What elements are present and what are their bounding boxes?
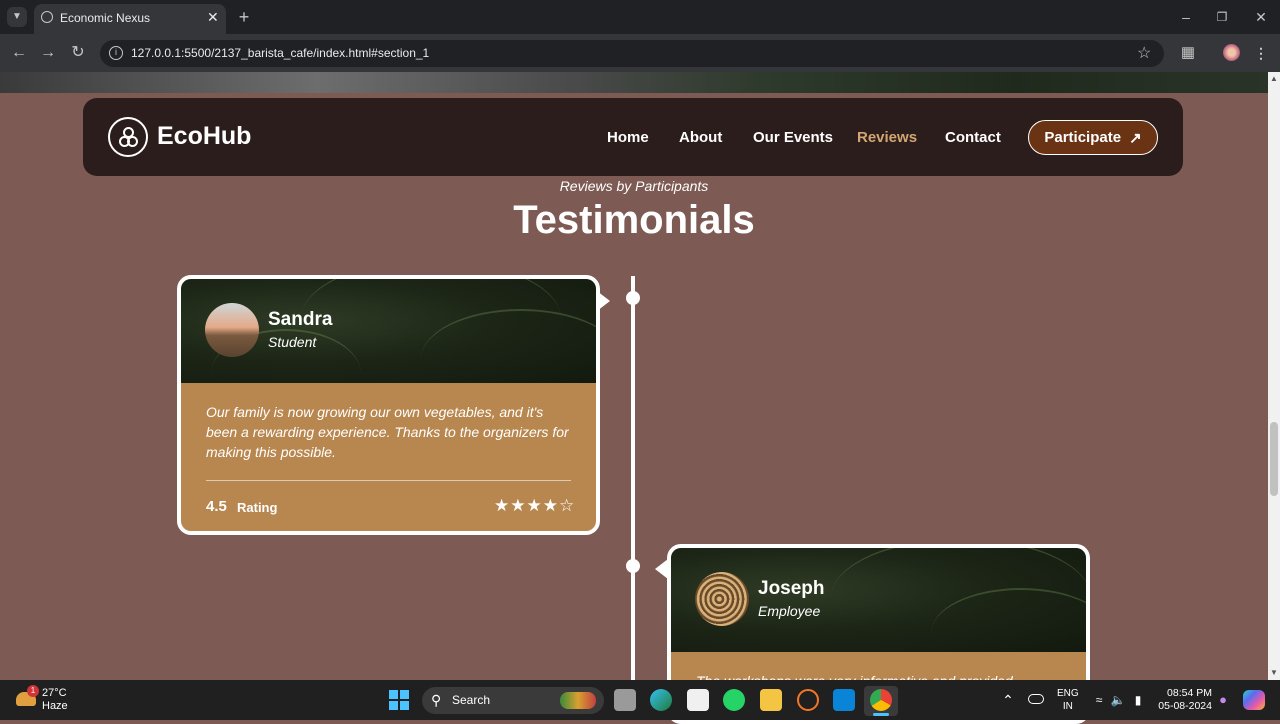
profile-avatar[interactable]	[1223, 44, 1240, 61]
star-filled-icon: ★	[542, 496, 559, 515]
weather-widget[interactable]: 1 27°C Haze	[14, 685, 74, 714]
search-highlight-icon	[560, 692, 596, 709]
notification-bell-icon[interactable]: ●	[1216, 690, 1230, 710]
edge-icon[interactable]	[650, 689, 672, 711]
site-info-icon[interactable]: i	[109, 46, 123, 60]
restore-button[interactable]: ❐	[1212, 7, 1232, 27]
clock-date: 05-08-2024	[1158, 700, 1212, 712]
reviewer-name: Joseph	[758, 578, 825, 599]
star-filled-icon: ★	[510, 496, 527, 515]
onedrive-icon[interactable]	[1028, 694, 1044, 704]
weather-badge: 1	[27, 685, 39, 697]
windows-start-icon[interactable]	[389, 690, 409, 710]
address-bar[interactable]: i 127.0.0.1:5500/2137_barista_cafe/index…	[100, 40, 1164, 67]
tab-title: Economic Nexus	[60, 11, 151, 25]
volume-icon[interactable]: 🔈	[1110, 690, 1126, 710]
close-window-button[interactable]: ✕	[1251, 7, 1271, 27]
windows-taskbar	[0, 680, 1280, 720]
nav-home[interactable]: Home	[607, 129, 649, 146]
reviewer-role: Student	[268, 334, 317, 350]
battery-icon[interactable]: ▮	[1130, 690, 1146, 710]
section-title: Testimonials	[513, 198, 755, 242]
taskbar-search[interactable]: ⚲ Search	[422, 687, 604, 714]
card-divider	[206, 480, 571, 481]
nav-contact[interactable]: Contact	[945, 129, 1001, 146]
url-text: 127.0.0.1:5500/2137_barista_cafe/index.h…	[131, 46, 430, 60]
vscode-icon[interactable]	[833, 689, 855, 711]
avatar	[205, 303, 259, 357]
timeline-line	[631, 276, 635, 680]
brand-name[interactable]: EcoHub	[157, 122, 251, 151]
arrow-up-right-icon: ↗	[1129, 129, 1142, 147]
minimize-button[interactable]: –	[1176, 7, 1196, 27]
bookmark-star-icon[interactable]: ☆	[1137, 43, 1151, 63]
copilot-icon[interactable]	[1243, 690, 1265, 710]
forward-button[interactable]: →	[38, 43, 58, 63]
reviewer-role: Employee	[758, 603, 821, 619]
nav-our-events[interactable]: Our Events	[753, 129, 833, 146]
task-view-icon[interactable]	[614, 689, 636, 711]
ecohub-logo-icon[interactable]	[108, 117, 148, 157]
search-label: Search	[452, 693, 491, 707]
language-indicator[interactable]: ENG IN	[1057, 687, 1079, 713]
extensions-icon[interactable]: ▦	[1178, 43, 1198, 63]
participate-label: Participate	[1044, 129, 1122, 146]
reload-button[interactable]: ↻	[68, 43, 88, 63]
chrome-icon[interactable]	[870, 689, 892, 711]
tray-overflow-icon[interactable]: ⌃	[1000, 690, 1016, 710]
lang-secondary: IN	[1062, 701, 1073, 712]
nav-about[interactable]: About	[679, 129, 722, 146]
whatsapp-icon[interactable]	[723, 689, 745, 711]
nav-reviews[interactable]: Reviews	[857, 129, 917, 146]
rating-value: 4.5	[206, 498, 227, 515]
participate-button[interactable]: Participate ↗	[1028, 120, 1158, 155]
clock[interactable]: 08:54 PM 05-08-2024	[1156, 687, 1212, 713]
weather-desc: Haze	[42, 700, 68, 712]
tab-list-button[interactable]: ▼	[7, 7, 27, 27]
close-tab-icon[interactable]: ✕	[207, 9, 219, 26]
review-card: Sandra Student Our family is now growing…	[177, 275, 600, 535]
jupyter-icon[interactable]	[797, 689, 819, 711]
review-text: Our family is now growing our own vegeta…	[206, 404, 569, 460]
globe-icon	[41, 11, 53, 23]
star-rating: ★★★★☆	[494, 496, 575, 516]
star-empty-icon: ☆	[559, 496, 576, 515]
page-scrollbar[interactable]: ▲ ▼	[1268, 72, 1280, 680]
star-filled-icon: ★	[526, 496, 543, 515]
timeline-dot	[626, 559, 640, 573]
back-button[interactable]: ←	[9, 43, 29, 63]
scroll-down-arrow[interactable]: ▼	[1270, 668, 1278, 677]
star-filled-icon: ★	[494, 496, 511, 515]
weather-temp: 27°C	[42, 687, 67, 699]
file-explorer-icon[interactable]	[760, 689, 782, 711]
timeline-dot	[626, 291, 640, 305]
search-icon: ⚲	[431, 692, 442, 708]
scroll-up-arrow[interactable]: ▲	[1270, 74, 1278, 83]
new-tab-button[interactable]: +	[234, 7, 254, 27]
clock-time: 08:54 PM	[1167, 687, 1212, 699]
store-icon[interactable]	[687, 689, 709, 711]
browser-menu-icon[interactable]: ⋮	[1253, 43, 1269, 63]
wifi-icon[interactable]: ≈	[1091, 690, 1107, 710]
hero-image-strip	[0, 72, 1268, 93]
lang-primary: ENG	[1057, 688, 1079, 699]
browser-tab[interactable]: Economic Nexus ✕	[34, 4, 226, 34]
scrollbar-thumb[interactable]	[1270, 422, 1278, 496]
rating-label: Rating	[237, 500, 278, 515]
chrome-active-indicator	[873, 713, 889, 716]
section-eyebrow: Reviews by Participants	[559, 178, 709, 194]
avatar	[695, 572, 749, 626]
reviewer-name: Sandra	[268, 309, 333, 330]
